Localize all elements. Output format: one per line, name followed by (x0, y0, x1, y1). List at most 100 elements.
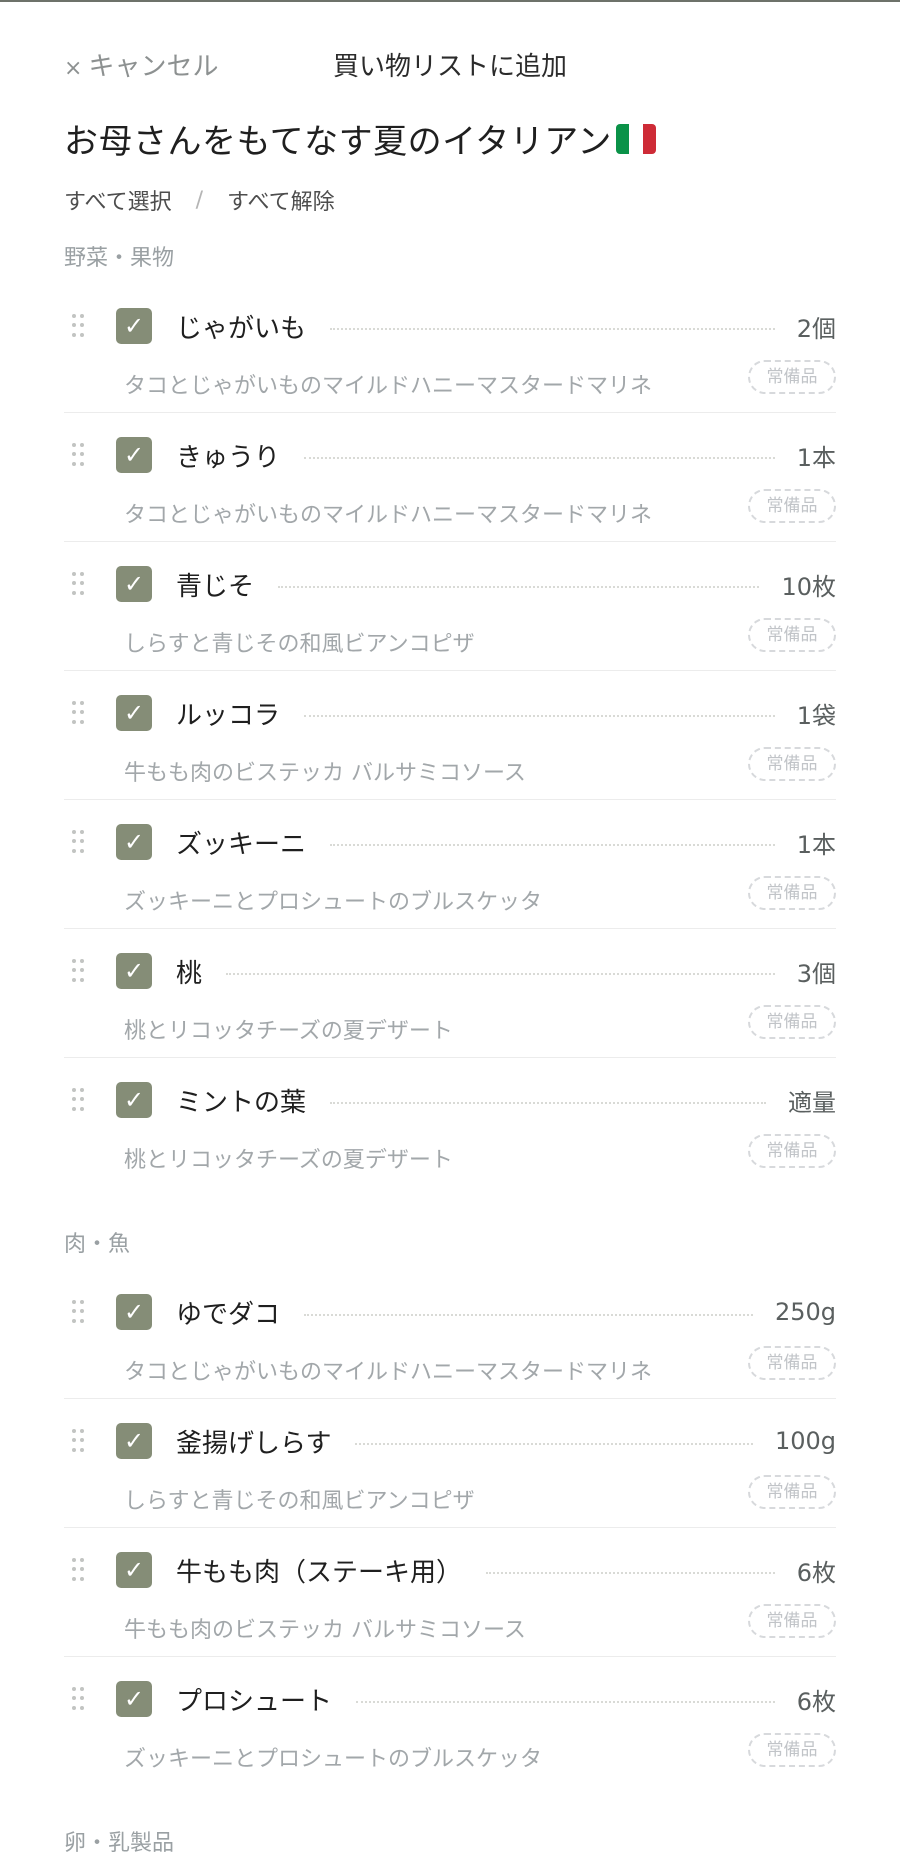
item-checkbox[interactable]: ✓ (116, 1681, 152, 1717)
staple-toggle-button[interactable]: 常備品 (748, 876, 836, 910)
drag-handle-icon[interactable] (72, 701, 84, 725)
list-item: ✓ ゆでダコ 250g タコとじゃがいものマイルドハニーマスタードマリネ 常備品 (64, 1270, 836, 1399)
item-recipe: 桃とリコッタチーズの夏デザート (124, 1148, 453, 1173)
list-item: ✓ じゃがいも 2個タコとじゃがいものマイルドハニーマスタードマリネ 常備品 (64, 284, 836, 413)
item-recipe: ズッキーニとプロシュートのブルスケッタ (124, 1747, 543, 1772)
item-recipe: 桃とリコッタチーズの夏デザート (124, 1019, 453, 1044)
item-quantity: 6枚 (796, 1687, 836, 1716)
leader-dots (226, 973, 775, 975)
list-item: ✓ ミントの葉 適量桃とリコッタチーズの夏デザート 常備品 (64, 1058, 836, 1186)
item-checkbox[interactable]: ✓ (116, 1552, 152, 1588)
item-quantity: 250g (774, 1298, 836, 1326)
item-checkbox[interactable]: ✓ (116, 437, 152, 473)
drag-handle-icon[interactable] (72, 1300, 84, 1324)
item-checkbox[interactable]: ✓ (116, 1082, 152, 1118)
item-name: ルッコラ (176, 700, 281, 731)
drag-handle-icon[interactable] (72, 314, 84, 338)
staple-toggle-button[interactable]: 常備品 (748, 1475, 836, 1509)
list-item: ✓ ズッキーニ 1本ズッキーニとプロシュートのブルスケッタ 常備品 (64, 800, 836, 929)
selection-controls: すべて選択 / すべて解除 (64, 184, 335, 216)
item-quantity: 1本 (796, 443, 836, 472)
item-quantity: 3個 (796, 959, 836, 988)
item-quantity: 100g (774, 1427, 836, 1455)
staple-toggle-button[interactable]: 常備品 (748, 1346, 836, 1380)
header: × キャンセル 買い物リストに追加 (0, 40, 900, 86)
item-checkbox[interactable]: ✓ (116, 308, 152, 344)
drag-handle-icon[interactable] (72, 1429, 84, 1453)
italy-flag-icon (615, 123, 656, 154)
item-name: 青じそ (176, 571, 255, 602)
list-item: ✓ きゅうり 1本タコとじゃがいものマイルドハニーマスタードマリネ 常備品 (64, 413, 836, 542)
staple-toggle-button[interactable]: 常備品 (748, 360, 836, 394)
drag-handle-icon[interactable] (72, 443, 84, 467)
staple-toggle-button[interactable]: 常備品 (748, 747, 836, 781)
item-quantity: 適量 (788, 1088, 836, 1117)
leader-dots (304, 1314, 753, 1316)
leader-dots (355, 1443, 753, 1445)
item-name-row: じゃがいも 2個 (176, 306, 836, 346)
drag-handle-icon[interactable] (72, 1558, 84, 1582)
item-recipe: タコとじゃがいものマイルドハニーマスタードマリネ (124, 503, 653, 528)
item-checkbox[interactable]: ✓ (116, 824, 152, 860)
item-name: ズッキーニ (176, 829, 307, 860)
item-recipe: しらすと青じその和風ビアンコピザ (124, 1489, 475, 1514)
item-name-row: ゆでダコ 250g (176, 1292, 836, 1332)
item-checkbox[interactable]: ✓ (116, 566, 152, 602)
staple-toggle-button[interactable]: 常備品 (748, 618, 836, 652)
category-header: 肉・魚 (64, 1232, 131, 1257)
staple-toggle-button[interactable]: 常備品 (748, 1134, 836, 1168)
page: × キャンセル 買い物リストに追加 お母さんをもてなす夏のイタリアン すべて選択 … (0, 0, 900, 1854)
item-quantity: 6枚 (796, 1558, 836, 1587)
item-checkbox[interactable]: ✓ (116, 1294, 152, 1330)
leader-dots (330, 844, 775, 846)
item-checkbox[interactable]: ✓ (116, 953, 152, 989)
item-recipe: しらすと青じその和風ビアンコピザ (124, 632, 475, 657)
item-quantity: 1本 (796, 830, 836, 859)
item-name: 桃 (176, 958, 203, 989)
recipe-title: お母さんをもてなす夏のイタリアン (64, 114, 656, 163)
item-name-row: きゅうり 1本 (176, 435, 836, 475)
staple-toggle-button[interactable]: 常備品 (748, 1604, 836, 1638)
list-item: ✓ 青じそ 10枚しらすと青じその和風ビアンコピザ 常備品 (64, 542, 836, 671)
drag-handle-icon[interactable] (72, 1088, 84, 1112)
leader-dots (278, 586, 760, 588)
item-name: じゃがいも (176, 313, 307, 344)
staple-toggle-button[interactable]: 常備品 (748, 1733, 836, 1767)
deselect-all-button[interactable]: すべて解除 (227, 184, 335, 216)
leader-dots (304, 457, 775, 459)
item-name-row: 牛もも肉（ステーキ用） 6枚 (176, 1550, 836, 1590)
list-item: ✓ プロシュート 6枚 ズッキーニとプロシュートのブルスケッタ 常備品 (64, 1657, 836, 1785)
item-recipe: ズッキーニとプロシュートのブルスケッタ (124, 890, 543, 915)
staple-toggle-button[interactable]: 常備品 (748, 1005, 836, 1039)
category-header: 野菜・果物 (64, 246, 175, 271)
category-header: 卵・乳製品 (64, 1831, 175, 1854)
staple-toggle-button[interactable]: 常備品 (748, 489, 836, 523)
item-recipe: 牛もも肉のビステッカ バルサミコソース (124, 761, 526, 786)
leader-dots (356, 1701, 775, 1703)
item-name-row: 釜揚げしらす 100g (176, 1421, 836, 1461)
item-name: きゅうり (176, 442, 281, 473)
drag-handle-icon[interactable] (72, 830, 84, 854)
list-item: ✓ 釜揚げしらす 100g しらすと青じその和風ビアンコピザ 常備品 (64, 1399, 836, 1528)
item-name-row: ミントの葉 適量 (176, 1080, 836, 1120)
item-recipe: タコとじゃがいものマイルドハニーマスタードマリネ (124, 1360, 653, 1385)
page-title: 買い物リストに追加 (332, 52, 567, 82)
item-quantity: 2個 (796, 314, 836, 343)
item-checkbox[interactable]: ✓ (116, 695, 152, 731)
item-name: ゆでダコ (176, 1299, 281, 1330)
item-name-row: ズッキーニ 1本 (176, 822, 836, 862)
item-quantity: 1袋 (796, 701, 836, 730)
recipe-title-text: お母さんをもてなす夏のイタリアン (64, 122, 612, 162)
item-recipe: タコとじゃがいものマイルドハニーマスタードマリネ (124, 374, 653, 399)
drag-handle-icon[interactable] (72, 1687, 84, 1711)
item-checkbox[interactable]: ✓ (116, 1423, 152, 1459)
item-name-row: 青じそ 10枚 (176, 564, 836, 604)
item-name: ミントの葉 (176, 1087, 307, 1118)
list-item: ✓ 牛もも肉（ステーキ用） 6枚牛もも肉のビステッカ バルサミコソース 常備品 (64, 1528, 836, 1657)
drag-handle-icon[interactable] (72, 572, 84, 596)
select-all-button[interactable]: すべて選択 (64, 184, 172, 216)
top-border (0, 0, 900, 2)
item-recipe: 牛もも肉のビステッカ バルサミコソース (124, 1618, 526, 1643)
drag-handle-icon[interactable] (72, 959, 84, 983)
item-name: 釜揚げしらす (176, 1428, 332, 1459)
